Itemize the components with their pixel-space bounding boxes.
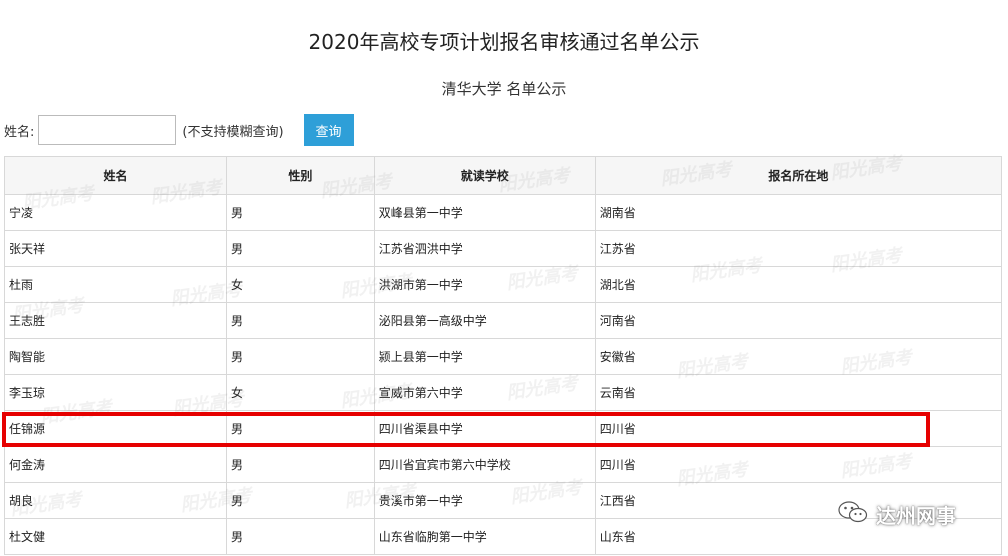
- cell-province: 湖南省: [594, 194, 1003, 231]
- header-school: 就读学校: [373, 156, 596, 195]
- cell-province: 江苏省: [594, 230, 1003, 267]
- cell-name: 杜文健: [4, 518, 227, 555]
- search-hint: (不支持模糊查询): [182, 124, 284, 140]
- cell-province: 四川省: [594, 410, 1003, 447]
- cell-province: 安徽省: [594, 338, 1003, 375]
- cell-name: 任锦源: [4, 410, 227, 447]
- header-gender: 性别: [226, 156, 375, 195]
- table-row: 李玉琼女宣威市第六中学 云南省: [4, 374, 1003, 411]
- cell-school: 江苏省泗洪中学: [373, 230, 596, 267]
- cell-school: 四川省宜宾市第六中学校: [373, 446, 596, 483]
- brand-mark: 达州网事: [838, 500, 956, 529]
- cell-name: 李玉琼: [4, 374, 227, 411]
- cell-school: 双峰县第一中学: [373, 194, 596, 231]
- cell-gender: 男: [226, 194, 375, 231]
- brand-text: 达州网事: [876, 504, 956, 528]
- search-button[interactable]: 查询: [303, 114, 354, 146]
- header-province: 报名所在地: [594, 156, 1003, 195]
- cell-province: 四川省: [594, 446, 1003, 483]
- cell-name: 张天祥: [4, 230, 227, 267]
- cell-name: 王志胜: [4, 302, 227, 339]
- cell-name: 何金涛: [4, 446, 227, 483]
- cell-province: 湖北省: [594, 266, 1003, 303]
- results-table: 姓名 性别 就读学校 报名所在地 宁凌男双峰县第一中学 湖南省 张天祥男江苏省泗洪中…: [4, 156, 1003, 555]
- table-header-row: 姓名 性别 就读学校 报名所在地: [4, 156, 1003, 195]
- cell-gender: 男: [226, 302, 375, 339]
- cell-school: 山东省临朐第一中学: [373, 518, 596, 555]
- cell-school: 宣威市第六中学: [373, 374, 596, 411]
- cell-gender: 男: [226, 482, 375, 519]
- cell-gender: 男: [226, 338, 375, 375]
- cell-name: 胡良: [4, 482, 227, 519]
- cell-gender: 男: [226, 446, 375, 483]
- table-row: 何金涛男四川省宜宾市第六中学校 四川省: [4, 446, 1003, 483]
- cell-gender: 男: [226, 518, 375, 555]
- page-subtitle: 清华大学 名单公示: [441, 80, 567, 98]
- cell-gender: 女: [226, 374, 375, 411]
- table-row: 宁凌男双峰县第一中学 湖南省: [4, 194, 1003, 231]
- cell-province: 河南省: [594, 302, 1003, 339]
- page-title: 2020年高校专项计划报名审核通过名单公示: [308, 30, 700, 54]
- cell-name: 陶智能: [4, 338, 227, 375]
- cell-name: 杜雨: [4, 266, 227, 303]
- table-row: 张天祥男江苏省泗洪中学 江苏省: [4, 230, 1003, 267]
- table-row: 陶智能男颍上县第一中学 安徽省: [4, 338, 1003, 375]
- cell-school: 颍上县第一中学: [373, 338, 596, 375]
- cell-school: 泌阳县第一高级中学: [373, 302, 596, 339]
- cell-gender: 男: [226, 410, 375, 447]
- cell-province: 云南省: [594, 374, 1003, 411]
- cell-gender: 男: [226, 230, 375, 267]
- cell-school: 贵溪市第一中学: [373, 482, 596, 519]
- table-row: 王志胜男泌阳县第一高级中学 河南省: [4, 302, 1003, 339]
- cell-school: 四川省渠县中学: [373, 410, 596, 447]
- wechat-icon: [838, 500, 868, 529]
- header-name: 姓名: [4, 156, 227, 195]
- table-row: 杜雨女洪湖市第一中学 湖北省: [4, 266, 1003, 303]
- table-row: 任锦源男四川省渠县中学 四川省: [4, 410, 1003, 447]
- name-search-input[interactable]: [38, 115, 177, 145]
- search-bar: 姓名: (不支持模糊查询) 查询: [4, 114, 354, 146]
- cell-school: 洪湖市第一中学: [373, 266, 596, 303]
- cell-gender: 女: [226, 266, 375, 303]
- search-label: 姓名:: [4, 124, 35, 140]
- cell-name: 宁凌: [4, 194, 227, 231]
